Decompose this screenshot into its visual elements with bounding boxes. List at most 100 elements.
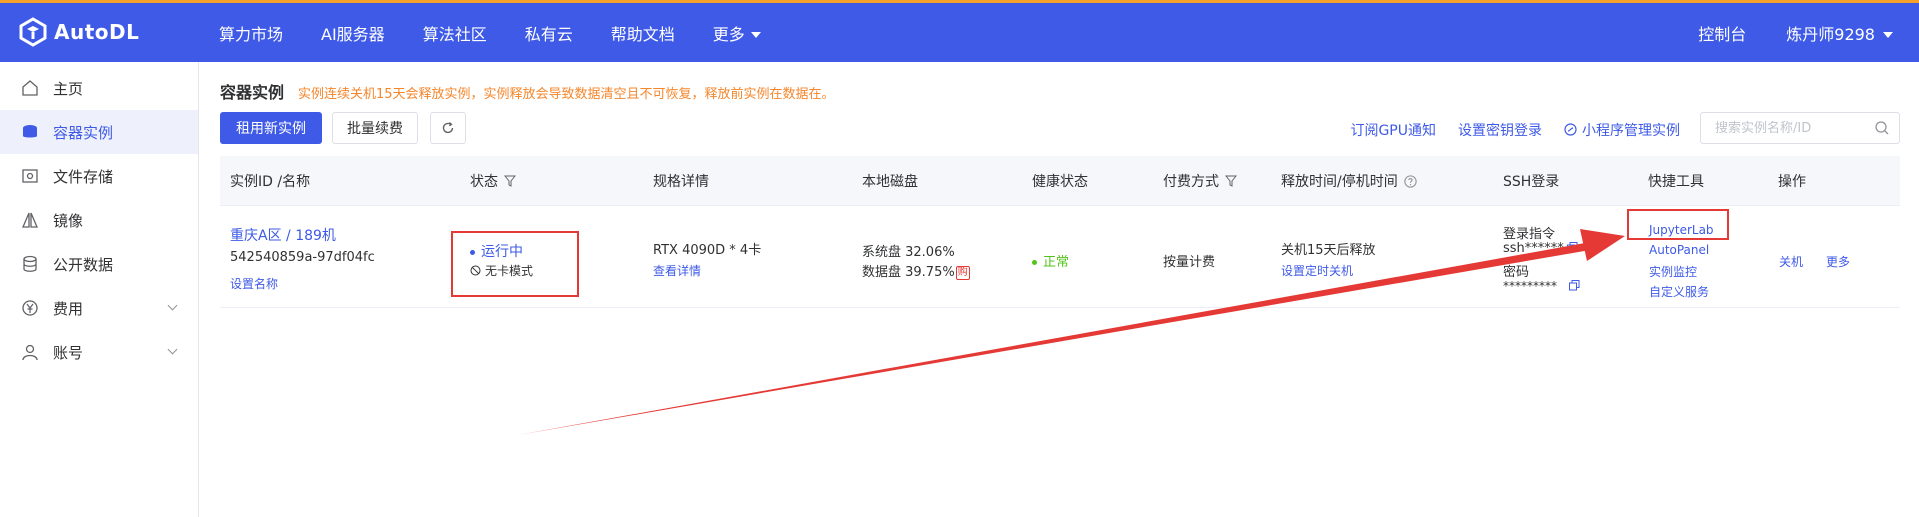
- nav-item-market[interactable]: 算力市场: [219, 21, 283, 45]
- home-icon: [20, 78, 40, 98]
- ssh-cmd: ssh******: [1503, 241, 1578, 256]
- spec-detail-link[interactable]: 查看详情: [653, 262, 701, 279]
- col-release: 释放时间/停机时间: [1281, 156, 1417, 206]
- sidebar-item-instances[interactable]: 容器实例: [0, 110, 198, 154]
- health-dot-icon: [1032, 260, 1037, 265]
- instance-monitor-link[interactable]: 实例监控: [1649, 263, 1697, 280]
- col-id: 实例ID /名称: [230, 174, 311, 190]
- set-name-link[interactable]: 设置名称: [230, 275, 278, 292]
- sidebar-item-account[interactable]: 账号: [0, 330, 198, 374]
- col-billing-label: 付费方式: [1163, 174, 1219, 190]
- nav-item-private-cloud[interactable]: 私有云: [525, 21, 573, 45]
- batch-renew-button[interactable]: 批量续费: [332, 112, 418, 144]
- release-time: 关机15天后释放: [1281, 243, 1376, 258]
- search-icon[interactable]: [1874, 120, 1890, 136]
- miniapp-icon: [1564, 123, 1577, 136]
- col-status[interactable]: 状态: [470, 156, 516, 206]
- data-disk-usage: 数据盘 39.75% 购: [862, 261, 970, 280]
- refresh-icon: [442, 122, 454, 134]
- storage-icon: [20, 166, 40, 186]
- nav-item-ai-server[interactable]: AI服务器: [321, 21, 385, 45]
- ssh-cmd-value: ssh******: [1503, 241, 1564, 256]
- password-value: *********: [1503, 279, 1557, 293]
- password: *********: [1503, 279, 1580, 293]
- custom-service-link[interactable]: 自定义服务: [1649, 283, 1709, 300]
- sidebar-item-billing[interactable]: 费用: [0, 286, 198, 330]
- instances-icon: [20, 122, 40, 142]
- sidebar-item-label: 文件存储: [53, 167, 114, 186]
- miniapp-manage-label: 小程序管理实例: [1582, 123, 1680, 139]
- col-ssh: SSH登录: [1503, 174, 1560, 190]
- brand-logo[interactable]: AutoDL: [18, 17, 139, 47]
- col-release-label: 释放时间/停机时间: [1281, 174, 1398, 190]
- col-status-label: 状态: [470, 174, 498, 190]
- brand-name: AutoDL: [54, 20, 140, 44]
- table-header: 实例ID /名称 状态 规格详情 本地磁盘 健康状态 付费方式 释放时间/停机时…: [220, 156, 1900, 206]
- password-label: 密码: [1503, 265, 1530, 280]
- col-disk: 本地磁盘: [862, 174, 918, 190]
- nav-item-docs[interactable]: 帮助文档: [611, 21, 675, 45]
- sidebar-item-label: 账号: [53, 343, 84, 362]
- autodl-logo-icon: [19, 17, 47, 47]
- user-menu[interactable]: 炼丹师9298: [1786, 21, 1893, 45]
- instance-region-link[interactable]: 重庆A区 / 189机: [230, 225, 336, 245]
- autopanel-link[interactable]: AutoPanel: [1649, 243, 1709, 257]
- shutdown-link[interactable]: 关机: [1779, 253, 1803, 270]
- sidebar-item-label: 容器实例: [53, 123, 114, 142]
- console-link[interactable]: 控制台: [1698, 21, 1746, 45]
- col-health: 健康状态: [1032, 174, 1088, 190]
- annotation-box-status: [451, 231, 579, 297]
- data-disk-text: 数据盘 39.75%: [862, 265, 955, 280]
- rent-new-instance-button[interactable]: 租用新实例: [220, 112, 322, 144]
- header-right: 控制台 炼丹师9298: [1698, 3, 1893, 62]
- release-warning: 实例连续关机15天会释放实例，实例释放会导致数据清空且不可恢复，释放前实例在数据…: [298, 87, 835, 102]
- gpu-spec: RTX 4090D * 4卡: [653, 243, 762, 258]
- refresh-button[interactable]: [430, 112, 466, 144]
- ssh-cmd-label: 登录指令: [1503, 227, 1556, 242]
- search-input[interactable]: [1700, 112, 1900, 144]
- sidebar-item-public-data[interactable]: 公开数据: [0, 242, 198, 286]
- sidebar-item-label: 费用: [53, 299, 84, 318]
- copy-icon[interactable]: [1569, 280, 1580, 291]
- set-timer-shutdown-link[interactable]: 设置定时关机: [1281, 262, 1353, 279]
- sidebar-item-images[interactable]: 镜像: [0, 198, 198, 242]
- chevron-down-icon: [167, 300, 178, 311]
- ssh-key-login-link[interactable]: 设置密钥登录: [1458, 120, 1542, 140]
- sidebar-item-label: 镜像: [53, 211, 84, 230]
- yen-icon: [20, 298, 40, 318]
- username: 炼丹师9298: [1786, 24, 1875, 44]
- nav-more-label: 更多: [712, 24, 745, 44]
- image-icon: [20, 210, 40, 230]
- health-status: 正常: [1032, 251, 1069, 270]
- top-navbar: AutoDL 算力市场 AI服务器 算法社区 私有云 帮助文档 更多 控制台 炼…: [0, 0, 1919, 62]
- toolbar-links: 订阅GPU通知 设置密钥登录 小程序管理实例: [1350, 120, 1680, 140]
- sidebar-item-storage[interactable]: 文件存储: [0, 154, 198, 198]
- help-icon[interactable]: [1404, 174, 1417, 188]
- title-row: 容器实例 实例连续关机15天会释放实例，实例释放会导致数据清空且不可恢复，释放前…: [220, 79, 835, 103]
- page-title: 容器实例: [220, 83, 285, 102]
- filter-icon[interactable]: [1225, 175, 1237, 187]
- caret-down-icon: [1883, 32, 1893, 38]
- nav-item-community[interactable]: 算法社区: [423, 21, 487, 45]
- col-tools: 快捷工具: [1648, 174, 1704, 190]
- expand-disk-badge[interactable]: 购: [955, 265, 970, 280]
- user-icon: [20, 342, 40, 362]
- copy-icon[interactable]: [1566, 242, 1578, 253]
- annotation-box-jupyterlab: [1627, 209, 1729, 240]
- database-icon: [20, 254, 40, 274]
- nav-item-more[interactable]: 更多: [713, 21, 761, 45]
- sidebar: 主页 容器实例 文件存储 镜像 公开数据 费用 账号: [0, 62, 199, 517]
- miniapp-manage-link[interactable]: 小程序管理实例: [1564, 120, 1680, 140]
- sidebar-item-home[interactable]: 主页: [0, 66, 198, 110]
- system-disk-usage: 系统盘 32.06%: [862, 245, 955, 260]
- col-billing[interactable]: 付费方式: [1163, 156, 1237, 206]
- main-nav: 算力市场 AI服务器 算法社区 私有云 帮助文档 更多: [219, 3, 799, 62]
- sidebar-item-label: 主页: [53, 79, 84, 98]
- caret-down-icon: [750, 32, 761, 38]
- more-actions-link[interactable]: 更多: [1826, 253, 1850, 270]
- gpu-notify-link[interactable]: 订阅GPU通知: [1350, 120, 1436, 140]
- filter-icon[interactable]: [504, 175, 516, 187]
- col-spec: 规格详情: [653, 174, 709, 190]
- col-ops: 操作: [1778, 174, 1806, 190]
- sidebar-item-label: 公开数据: [53, 255, 114, 274]
